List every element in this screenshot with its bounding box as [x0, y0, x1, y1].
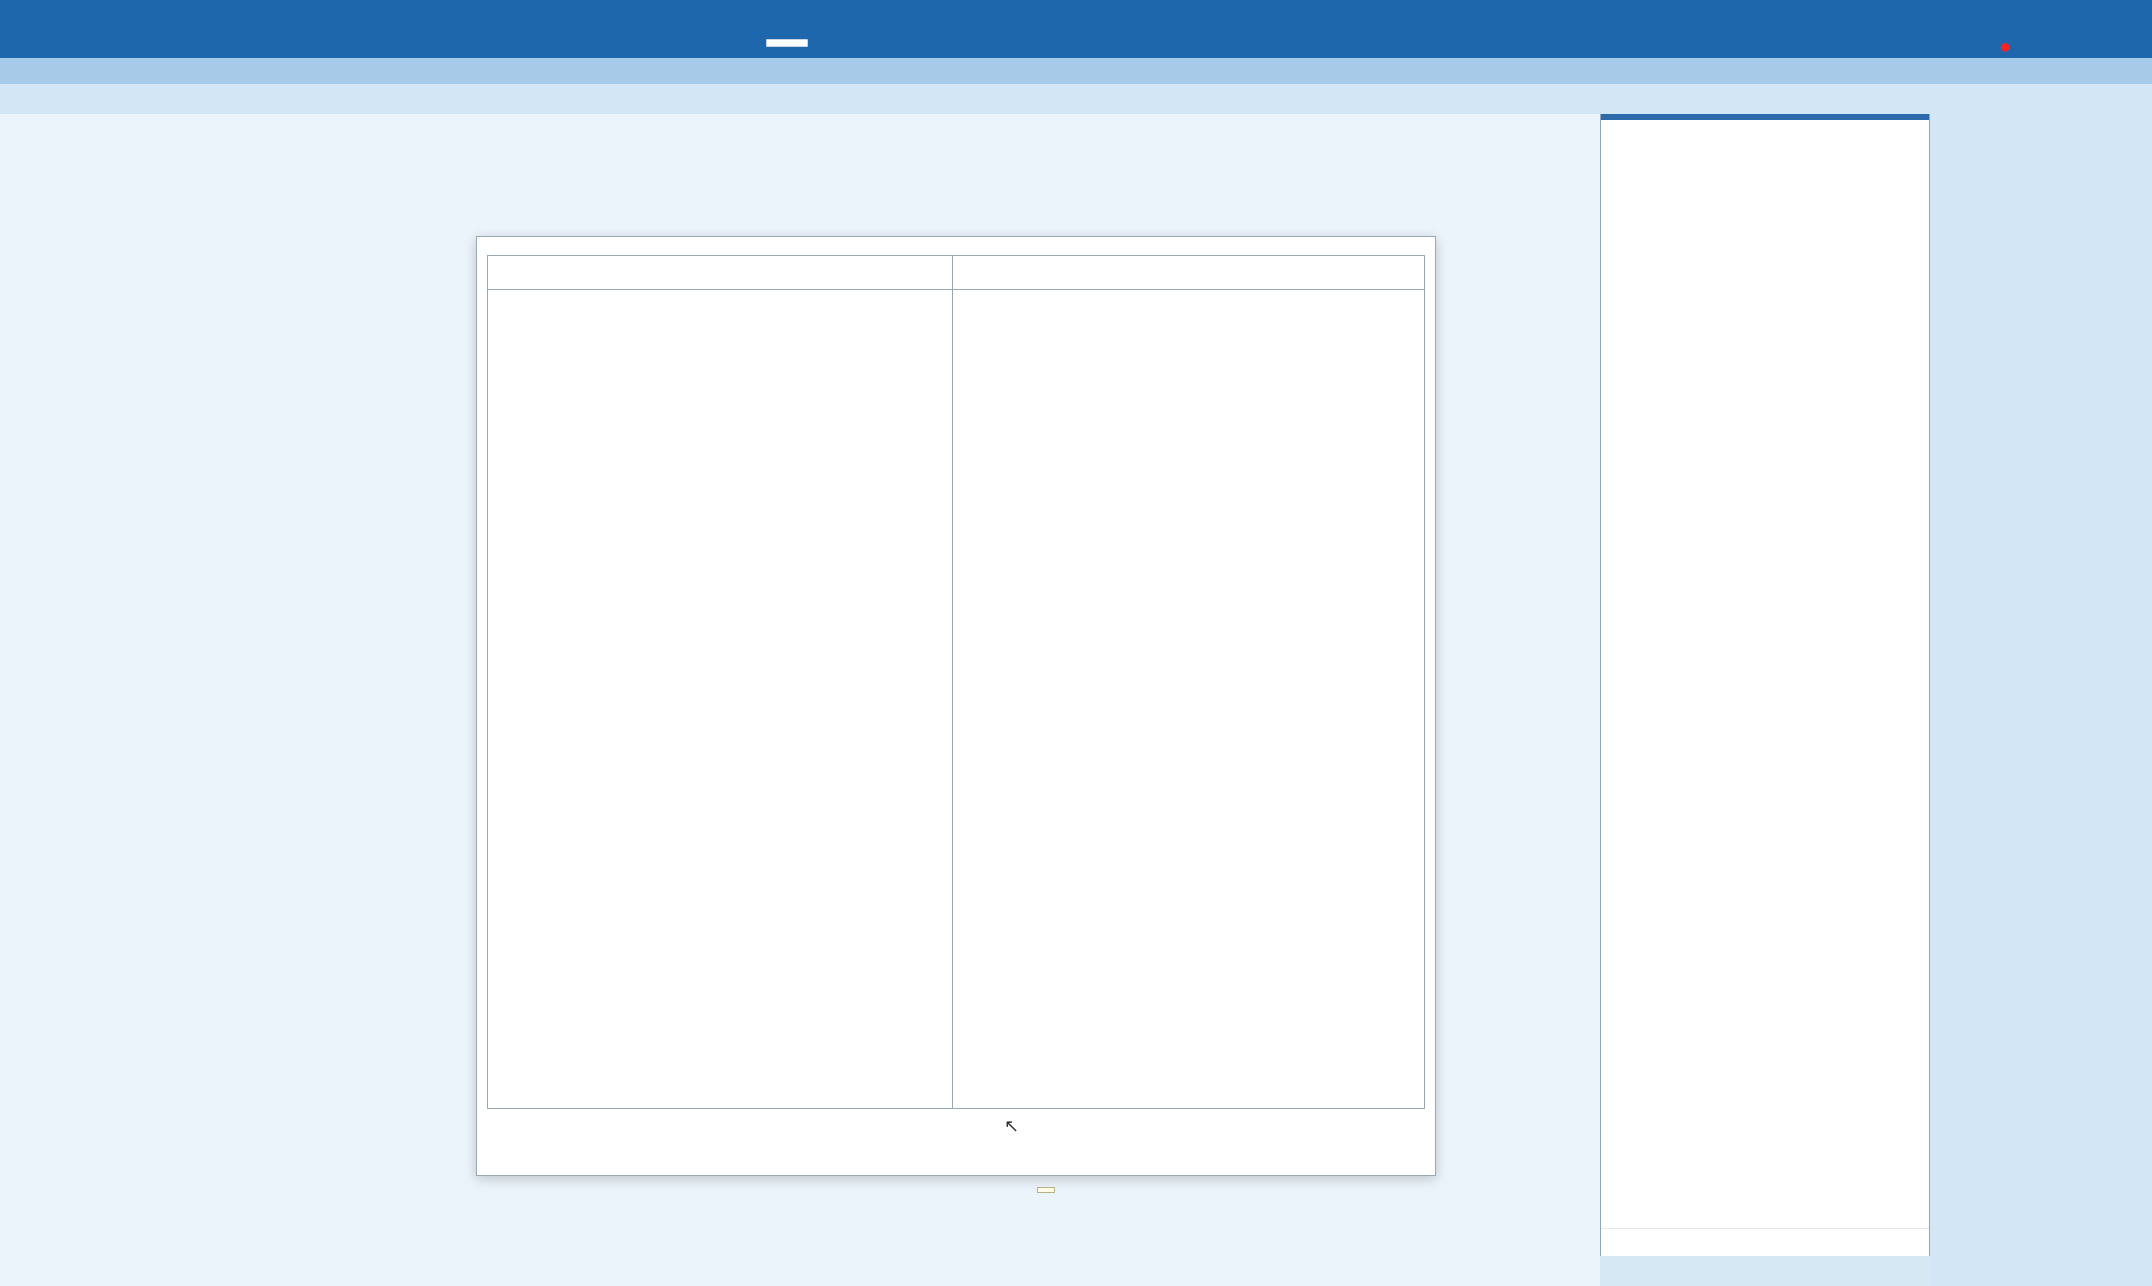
menu-goto[interactable]	[712, 30, 862, 58]
vendor-ledger-header	[488, 256, 952, 290]
os-title-bar	[0, 0, 2152, 30]
breadcrumb	[0, 58, 2152, 84]
mapping-table	[487, 255, 1425, 1109]
expense-ledger-header	[953, 256, 1424, 290]
menu-import[interactable]	[1534, 30, 1562, 58]
list-of-ledgers-panel	[1600, 114, 1930, 1256]
menu-company[interactable]	[132, 30, 302, 58]
menu-exchange[interactable]	[472, 30, 712, 58]
ledger-list[interactable]	[1601, 120, 1929, 1228]
ledger-footer[interactable]	[1601, 1228, 1929, 1256]
dialog-title	[477, 237, 1435, 255]
main-menu-bar: ●	[0, 30, 2152, 58]
menu-email[interactable]	[1702, 30, 1842, 58]
menu-help[interactable]: ●	[1982, 30, 2152, 58]
menu-export[interactable]	[1562, 30, 1702, 58]
vendor-expense-mapping-dialog	[476, 236, 1436, 1176]
mouse-cursor-icon: ↖	[1004, 1116, 1019, 1137]
menu-data[interactable]	[302, 30, 472, 58]
tooltip	[1037, 1187, 1055, 1193]
menu-print[interactable]	[1842, 30, 1982, 58]
